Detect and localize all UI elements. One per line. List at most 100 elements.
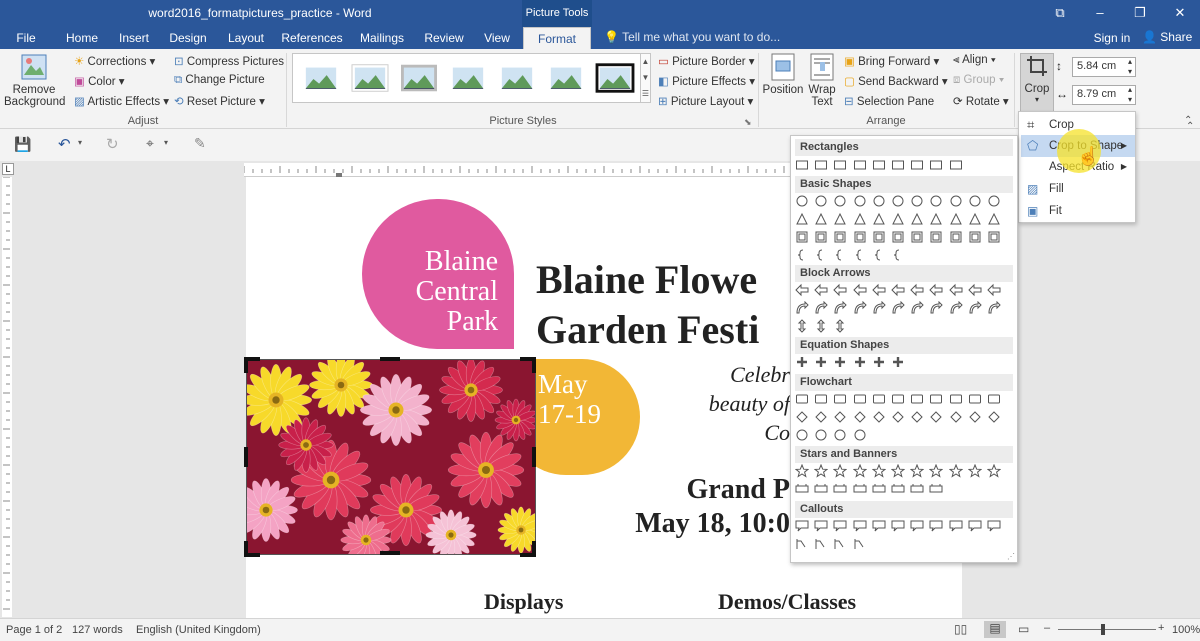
gallery-scroll[interactable]: ▲ ▼ ☰: [640, 53, 651, 103]
shape-option[interactable]: [968, 230, 982, 244]
shape-option[interactable]: [891, 301, 905, 315]
shape-option[interactable]: [987, 464, 1001, 478]
tab-file[interactable]: File: [6, 27, 46, 49]
flower-picture[interactable]: [234, 353, 545, 566]
shape-option[interactable]: [872, 482, 886, 496]
group-button[interactable]: ⧈ Group ▾: [953, 74, 1004, 87]
shape-option[interactable]: [949, 158, 963, 172]
height-spinner[interactable]: ▴ ▾: [1128, 57, 1132, 77]
picture-style-thumbnail[interactable]: [350, 60, 390, 96]
read-mode-icon[interactable]: ▯▯: [954, 622, 967, 636]
touch-dropdown-icon[interactable]: ▾: [164, 138, 168, 147]
crop-menu-fit[interactable]: ▣ Fit: [1021, 200, 1135, 222]
crop-handle-top[interactable]: [380, 357, 400, 361]
shape-option[interactable]: [910, 519, 924, 533]
crop-handle-bottom[interactable]: [380, 551, 400, 555]
shape-option[interactable]: [795, 537, 809, 551]
shape-option[interactable]: [910, 230, 924, 244]
shape-option[interactable]: [949, 194, 963, 208]
restore-button[interactable]: ❐: [1120, 0, 1160, 27]
shape-option[interactable]: [795, 248, 809, 262]
share-button[interactable]: 👤 Share: [1142, 30, 1192, 44]
picture-styles-gallery[interactable]: [292, 53, 645, 103]
shape-option[interactable]: [852, 283, 867, 297]
tab-references[interactable]: References: [280, 27, 344, 49]
shape-option[interactable]: [833, 392, 847, 406]
shape-option[interactable]: [987, 194, 1001, 208]
shape-option[interactable]: [891, 283, 905, 297]
shape-option[interactable]: [872, 194, 886, 208]
shape-option[interactable]: [929, 519, 943, 533]
shape-option[interactable]: [833, 537, 847, 551]
crop-handle-tl[interactable]: [244, 357, 260, 373]
shape-option[interactable]: [814, 212, 828, 226]
shape-option[interactable]: [814, 355, 828, 369]
shape-option[interactable]: [872, 392, 886, 406]
shape-option[interactable]: [853, 248, 867, 262]
shape-option[interactable]: [853, 230, 867, 244]
shape-option[interactable]: [853, 301, 867, 315]
picture-style-thumbnail[interactable]: [399, 60, 439, 96]
resize-grip-icon[interactable]: ⋰: [1007, 552, 1015, 561]
shape-option[interactable]: [853, 212, 867, 226]
crop-handle-tr[interactable]: [520, 357, 536, 373]
align-button[interactable]: ⫷ Align ▾: [953, 54, 996, 67]
wrap-text-button[interactable]: Wrap Text: [806, 53, 838, 108]
picture-style-thumbnail[interactable]: [595, 60, 635, 96]
shape-option[interactable]: [814, 248, 828, 262]
shape-option[interactable]: [910, 158, 924, 172]
ribbon-display-options-button[interactable]: ⧉: [1040, 0, 1080, 27]
shape-option[interactable]: [872, 248, 886, 262]
rotate-button[interactable]: ⟳ Rotate ▾: [953, 94, 1009, 108]
shape-option[interactable]: [814, 230, 828, 244]
shape-option[interactable]: [833, 301, 848, 315]
redo-icon[interactable]: ↻: [106, 135, 119, 153]
shape-option[interactable]: [891, 248, 905, 262]
shape-option[interactable]: [891, 194, 905, 208]
zoom-level[interactable]: 100%: [1172, 624, 1200, 636]
picture-layout-button[interactable]: ⊞ Picture Layout ▾: [658, 94, 753, 108]
shape-option[interactable]: [814, 319, 828, 333]
shape-option[interactable]: [929, 212, 943, 226]
send-backward-button[interactable]: ▢ Send Backward ▾: [844, 74, 948, 88]
shape-option[interactable]: [795, 319, 809, 333]
shape-option[interactable]: [949, 301, 963, 315]
shape-option[interactable]: [814, 194, 828, 208]
shape-option[interactable]: [949, 212, 963, 226]
color-button[interactable]: ▣ Color ▾: [74, 74, 125, 88]
sign-in-link[interactable]: Sign in: [1092, 27, 1132, 49]
shape-option[interactable]: [795, 428, 809, 442]
undo-dropdown-icon[interactable]: ▾: [78, 138, 82, 147]
shape-option[interactable]: [872, 212, 886, 226]
language-indicator[interactable]: English (United Kingdom): [136, 624, 261, 636]
shape-option[interactable]: [968, 212, 982, 226]
shape-option[interactable]: [987, 283, 1001, 297]
shape-option[interactable]: [853, 194, 867, 208]
shape-option[interactable]: [948, 464, 963, 478]
shape-option[interactable]: [968, 194, 982, 208]
tab-home[interactable]: Home: [60, 27, 104, 49]
shape-option[interactable]: [795, 464, 809, 478]
shape-option[interactable]: [987, 392, 1001, 406]
shape-option[interactable]: [910, 392, 924, 406]
shape-option[interactable]: [814, 482, 828, 496]
shape-option[interactable]: [833, 248, 847, 262]
crop-menu-crop[interactable]: ⌗ Crop: [1021, 114, 1135, 136]
shape-option[interactable]: [929, 392, 943, 406]
shape-option[interactable]: [910, 410, 924, 424]
shape-option[interactable]: [968, 283, 982, 297]
tab-insert[interactable]: Insert: [112, 27, 156, 49]
shape-option[interactable]: [853, 428, 867, 442]
tell-me-box[interactable]: 💡 Tell me what you want to do...: [604, 30, 780, 44]
word-count[interactable]: 127 words: [72, 624, 123, 636]
shape-option[interactable]: [968, 410, 982, 424]
shape-option[interactable]: [795, 212, 809, 226]
shape-option[interactable]: [987, 230, 1001, 244]
shape-option[interactable]: [949, 392, 963, 406]
shape-option[interactable]: [910, 283, 924, 297]
tab-layout[interactable]: Layout: [222, 27, 270, 49]
shape-option[interactable]: [853, 482, 867, 496]
shape-option[interactable]: [853, 355, 867, 369]
change-picture-button[interactable]: ⧉ Change Picture: [174, 74, 265, 87]
picture-style-thumbnail[interactable]: [301, 60, 341, 96]
